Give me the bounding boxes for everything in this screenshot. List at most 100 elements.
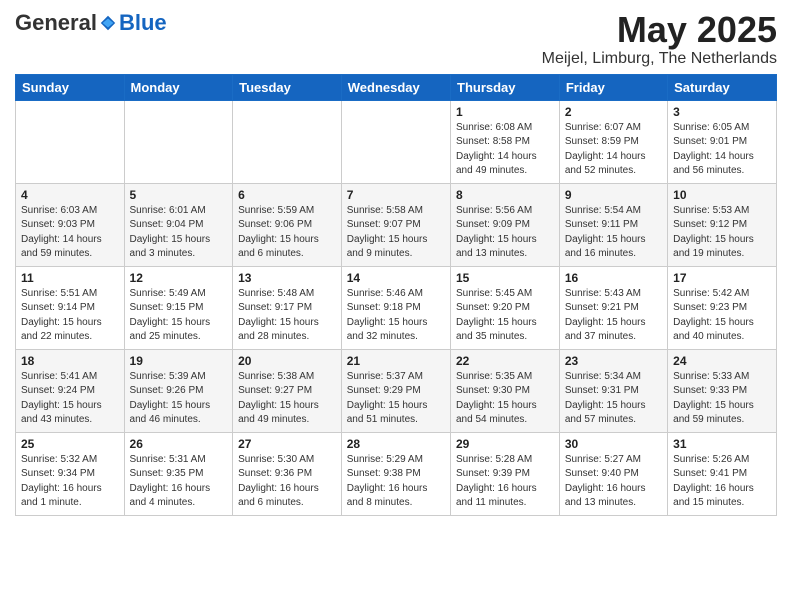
day-info: Sunrise: 5:54 AM Sunset: 9:11 PM Dayligh… xyxy=(565,204,662,262)
day-number: 14 xyxy=(347,271,445,285)
day-info: Sunrise: 6:03 AM Sunset: 9:03 PM Dayligh… xyxy=(21,204,119,262)
calendar-cell: 11Sunrise: 5:51 AM Sunset: 9:14 PM Dayli… xyxy=(16,266,125,349)
calendar-cell: 24 Sunrise: 5:33 AM Sunset: 9:33 PM Dayli… xyxy=(668,349,777,432)
day-info: Sunrise: 5:49 AM Sunset: 9:15 PM Dayligh… xyxy=(130,287,228,345)
calendar-cell: 28Sunrise: 5:29 AM Sunset: 9:38 PM Dayli… xyxy=(341,432,450,515)
day-number: 12 xyxy=(130,271,228,285)
day-number: 15 xyxy=(456,271,554,285)
header: General Blue May 2025 Meijel, Limburg, T… xyxy=(15,10,777,68)
day-info: Sunrise: 5:26 AM Sunset: 9:41 PM Dayligh… xyxy=(673,453,771,511)
calendar-cell: 4 Sunrise: 6:03 AM Sunset: 9:03 PM Daylig… xyxy=(16,183,125,266)
day-info: Sunrise: 5:42 AM Sunset: 9:23 PM Dayligh… xyxy=(673,287,771,345)
calendar-cell: 13Sunrise: 5:48 AM Sunset: 9:17 PM Dayli… xyxy=(233,266,342,349)
calendar-cell xyxy=(16,100,125,183)
day-number: 8 xyxy=(456,188,554,202)
calendar-cell: 31 Sunrise: 5:26 AM Sunset: 9:41 PM Dayli… xyxy=(668,432,777,515)
calendar-week-row: 18 Sunrise: 5:41 AM Sunset: 9:24 PM Dayli… xyxy=(16,349,777,432)
day-number: 23 xyxy=(565,354,662,368)
calendar-cell xyxy=(341,100,450,183)
day-info: Sunrise: 5:53 AM Sunset: 9:12 PM Dayligh… xyxy=(673,204,771,262)
day-info: Sunrise: 5:45 AM Sunset: 9:20 PM Dayligh… xyxy=(456,287,554,345)
col-header-tuesday: Tuesday xyxy=(233,74,342,100)
day-number: 19 xyxy=(130,354,228,368)
day-number: 17 xyxy=(673,271,771,285)
day-info: Sunrise: 6:08 AM Sunset: 8:58 PM Dayligh… xyxy=(456,121,554,179)
calendar-cell: 25 Sunrise: 5:32 AM Sunset: 9:34 PM Dayli… xyxy=(16,432,125,515)
day-number: 7 xyxy=(347,188,445,202)
logo-text: General Blue xyxy=(15,10,167,36)
day-number: 28 xyxy=(347,437,445,451)
calendar-cell: 1Sunrise: 6:08 AM Sunset: 8:58 PM Daylig… xyxy=(451,100,560,183)
logo-blue: Blue xyxy=(119,10,167,36)
day-info: Sunrise: 6:01 AM Sunset: 9:04 PM Dayligh… xyxy=(130,204,228,262)
day-number: 18 xyxy=(21,354,119,368)
col-header-monday: Monday xyxy=(124,74,233,100)
day-info: Sunrise: 5:56 AM Sunset: 9:09 PM Dayligh… xyxy=(456,204,554,262)
day-info: Sunrise: 5:34 AM Sunset: 9:31 PM Dayligh… xyxy=(565,370,662,428)
day-number: 13 xyxy=(238,271,336,285)
day-number: 31 xyxy=(673,437,771,451)
day-info: Sunrise: 5:38 AM Sunset: 9:27 PM Dayligh… xyxy=(238,370,336,428)
calendar-cell xyxy=(233,100,342,183)
month-title: May 2025 xyxy=(542,10,777,50)
calendar-week-row: 25 Sunrise: 5:32 AM Sunset: 9:34 PM Dayli… xyxy=(16,432,777,515)
col-header-sunday: Sunday xyxy=(16,74,125,100)
calendar-cell: 10 Sunrise: 5:53 AM Sunset: 9:12 PM Dayli… xyxy=(668,183,777,266)
day-number: 4 xyxy=(21,188,119,202)
calendar-cell: 9Sunrise: 5:54 AM Sunset: 9:11 PM Daylig… xyxy=(559,183,667,266)
col-header-thursday: Thursday xyxy=(451,74,560,100)
day-number: 2 xyxy=(565,105,662,119)
calendar-cell: 14 Sunrise: 5:46 AM Sunset: 9:18 PM Dayli… xyxy=(341,266,450,349)
day-info: Sunrise: 5:27 AM Sunset: 9:40 PM Dayligh… xyxy=(565,453,662,511)
day-number: 25 xyxy=(21,437,119,451)
calendar-cell: 23 Sunrise: 5:34 AM Sunset: 9:31 PM Dayli… xyxy=(559,349,667,432)
calendar-cell: 5 Sunrise: 6:01 AM Sunset: 9:04 PM Daylig… xyxy=(124,183,233,266)
col-header-friday: Friday xyxy=(559,74,667,100)
calendar-cell: 18 Sunrise: 5:41 AM Sunset: 9:24 PM Dayli… xyxy=(16,349,125,432)
calendar-cell: 21Sunrise: 5:37 AM Sunset: 9:29 PM Dayli… xyxy=(341,349,450,432)
day-info: Sunrise: 5:37 AM Sunset: 9:29 PM Dayligh… xyxy=(347,370,445,428)
calendar-cell: 6 Sunrise: 5:59 AM Sunset: 9:06 PM Daylig… xyxy=(233,183,342,266)
day-number: 3 xyxy=(673,105,771,119)
day-number: 29 xyxy=(456,437,554,451)
day-number: 5 xyxy=(130,188,228,202)
day-info: Sunrise: 5:41 AM Sunset: 9:24 PM Dayligh… xyxy=(21,370,119,428)
calendar-table: SundayMondayTuesdayWednesdayThursdayFrid… xyxy=(15,74,777,516)
day-number: 10 xyxy=(673,188,771,202)
day-number: 24 xyxy=(673,354,771,368)
calendar-cell: 12 Sunrise: 5:49 AM Sunset: 9:15 PM Dayli… xyxy=(124,266,233,349)
day-number: 11 xyxy=(21,271,119,285)
logo-general: General xyxy=(15,10,97,36)
day-info: Sunrise: 5:31 AM Sunset: 9:35 PM Dayligh… xyxy=(130,453,228,511)
calendar-week-row: 1Sunrise: 6:08 AM Sunset: 8:58 PM Daylig… xyxy=(16,100,777,183)
day-info: Sunrise: 5:43 AM Sunset: 9:21 PM Dayligh… xyxy=(565,287,662,345)
calendar-cell: 29 Sunrise: 5:28 AM Sunset: 9:39 PM Dayli… xyxy=(451,432,560,515)
day-info: Sunrise: 5:58 AM Sunset: 9:07 PM Dayligh… xyxy=(347,204,445,262)
day-info: Sunrise: 5:33 AM Sunset: 9:33 PM Dayligh… xyxy=(673,370,771,428)
day-number: 6 xyxy=(238,188,336,202)
calendar-cell: 2Sunrise: 6:07 AM Sunset: 8:59 PM Daylig… xyxy=(559,100,667,183)
day-number: 26 xyxy=(130,437,228,451)
day-number: 30 xyxy=(565,437,662,451)
day-info: Sunrise: 5:28 AM Sunset: 9:39 PM Dayligh… xyxy=(456,453,554,511)
calendar-cell: 17 Sunrise: 5:42 AM Sunset: 9:23 PM Dayli… xyxy=(668,266,777,349)
day-number: 16 xyxy=(565,271,662,285)
day-info: Sunrise: 5:39 AM Sunset: 9:26 PM Dayligh… xyxy=(130,370,228,428)
title-block: May 2025 Meijel, Limburg, The Netherland… xyxy=(542,10,777,68)
col-header-saturday: Saturday xyxy=(668,74,777,100)
calendar-cell: 16 Sunrise: 5:43 AM Sunset: 9:21 PM Dayli… xyxy=(559,266,667,349)
calendar-cell: 27Sunrise: 5:30 AM Sunset: 9:36 PM Dayli… xyxy=(233,432,342,515)
day-number: 27 xyxy=(238,437,336,451)
logo: General Blue xyxy=(15,10,167,36)
col-header-wednesday: Wednesday xyxy=(341,74,450,100)
header-row: SundayMondayTuesdayWednesdayThursdayFrid… xyxy=(16,74,777,100)
day-info: Sunrise: 5:32 AM Sunset: 9:34 PM Dayligh… xyxy=(21,453,119,511)
day-info: Sunrise: 5:35 AM Sunset: 9:30 PM Dayligh… xyxy=(456,370,554,428)
logo-icon xyxy=(99,14,117,32)
calendar-cell: 30 Sunrise: 5:27 AM Sunset: 9:40 PM Dayli… xyxy=(559,432,667,515)
calendar-cell xyxy=(124,100,233,183)
calendar-cell: 7 Sunrise: 5:58 AM Sunset: 9:07 PM Daylig… xyxy=(341,183,450,266)
location: Meijel, Limburg, The Netherlands xyxy=(542,50,777,68)
day-info: Sunrise: 5:59 AM Sunset: 9:06 PM Dayligh… xyxy=(238,204,336,262)
day-info: Sunrise: 5:46 AM Sunset: 9:18 PM Dayligh… xyxy=(347,287,445,345)
